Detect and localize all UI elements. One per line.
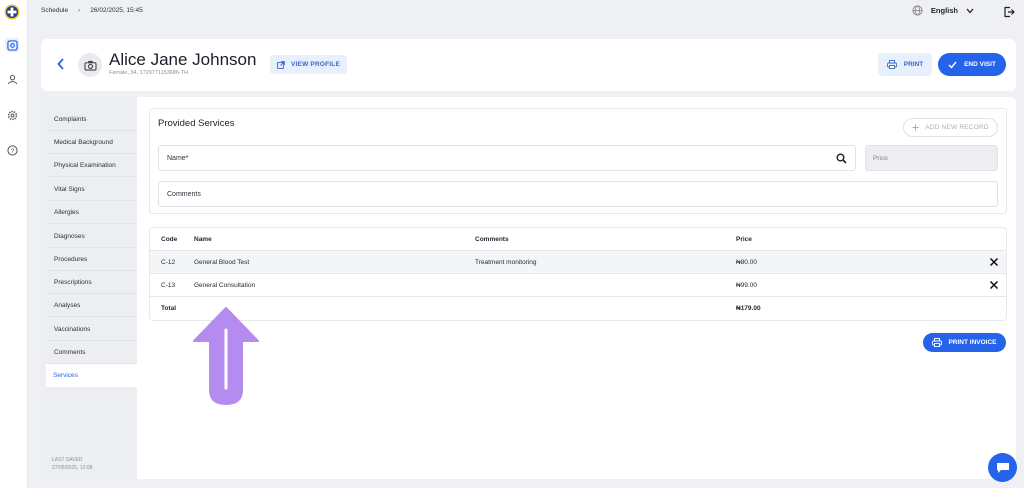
user-icon[interactable] [5, 72, 19, 86]
add-new-record-label: ADD NEW RECORD [925, 124, 989, 131]
cell-code: C-12 [161, 259, 176, 266]
table-row: C-12 General Blood Test Treatment monito… [150, 251, 1006, 274]
view-profile-label: VIEW PROFILE [291, 61, 340, 68]
print-invoice-label: PRINT INVOICE [948, 339, 997, 346]
nav-item-vital-signs[interactable]: Vital Signs [47, 178, 137, 201]
svg-text:?: ? [10, 147, 14, 154]
nav-item-complaints[interactable]: Complaints [47, 108, 137, 131]
service-name-field[interactable]: Name* [158, 145, 856, 171]
breadcrumb-schedule[interactable]: Schedule [41, 7, 68, 14]
end-visit-button[interactable]: END VISIT [938, 53, 1006, 76]
plus-icon [912, 124, 919, 131]
header-name: Name [194, 236, 212, 243]
patient-name: Alice Jane Johnson [109, 50, 257, 69]
breadcrumb: Schedule › 26/02/2025, 15:45 [41, 7, 143, 14]
cell-price: ₦99.00 [736, 282, 757, 289]
total-label: Total [161, 305, 177, 312]
printer-icon [886, 60, 897, 69]
patient-header: Alice Jane Johnson Female, 34, 172977115… [41, 39, 1016, 91]
nav-item-analyses[interactable]: Analyses [47, 294, 137, 317]
services-panel: Provided Services ADD NEW RECORD Name* P… [137, 97, 1016, 479]
last-saved-label: LAST SAVED [52, 457, 83, 463]
breadcrumb-separator: › [78, 7, 81, 14]
app-logo-icon[interactable] [4, 4, 20, 20]
comments-placeholder: Comments [167, 190, 201, 198]
breadcrumb-current: 26/02/2025, 15:45 [90, 7, 143, 14]
cell-name: General Blood Test [194, 259, 250, 266]
chat-support-button[interactable] [988, 453, 1017, 482]
check-icon [948, 61, 957, 69]
nav-item-prescriptions[interactable]: Prescriptions [47, 271, 137, 294]
schedule-icon[interactable] [5, 38, 19, 52]
nav-item-medical-background[interactable]: Medical Background [47, 131, 137, 154]
cell-comments: Treatment monitoring [475, 259, 537, 266]
cell-price: ₦80.00 [736, 259, 757, 266]
chat-bubble-icon [996, 462, 1009, 473]
table-header-row: Code Name Comments Price [150, 228, 1006, 251]
nav-item-procedures[interactable]: Procedures [47, 248, 137, 271]
print-label: PRINT [903, 61, 924, 68]
nav-item-diagnoses[interactable]: Diagnoses [47, 225, 137, 248]
table-total-row: Total ₦179.00 [150, 297, 1006, 320]
price-field: Price [865, 145, 998, 171]
total-value: ₦179.00 [736, 305, 761, 312]
cell-name: General Consultation [194, 282, 256, 289]
service-name-placeholder: Name* [167, 154, 189, 162]
services-table: Code Name Comments Price C-12 General Bl… [149, 227, 1007, 321]
printer-icon [932, 338, 943, 347]
end-visit-label: END VISIT [964, 61, 996, 68]
patient-meta: Female, 34, 1729771153686-TH [109, 70, 189, 76]
language-label: English [930, 6, 958, 15]
header-price: Price [736, 236, 752, 243]
section-title: Provided Services [158, 118, 235, 129]
search-icon[interactable] [836, 153, 847, 164]
help-icon[interactable]: ? [5, 143, 19, 157]
nav-item-services[interactable]: Services [46, 364, 137, 387]
nav-item-physical-examination[interactable]: Physical Examination [47, 154, 137, 177]
camera-avatar-icon[interactable] [78, 53, 102, 77]
add-new-record-button[interactable]: ADD NEW RECORD [903, 118, 998, 137]
up-arrow-annotation-icon [193, 307, 259, 405]
language-selector[interactable]: English [912, 5, 974, 16]
provided-services-form: Provided Services ADD NEW RECORD Name* P… [149, 108, 1007, 214]
nav-item-vaccinations[interactable]: Vaccinations [47, 318, 137, 341]
app-rail: ? [0, 0, 28, 488]
table-row: C-13 General Consultation ₦99.00 [150, 274, 1006, 297]
nav-item-comments[interactable]: Comments [47, 341, 137, 364]
cell-code: C-13 [161, 282, 176, 289]
visit-sections-nav: Complaints Medical Background Physical E… [41, 97, 137, 479]
view-profile-button[interactable]: VIEW PROFILE [270, 55, 347, 74]
logout-icon[interactable] [1003, 5, 1015, 23]
print-button[interactable]: PRINT [878, 53, 932, 76]
delete-row-icon[interactable] [989, 257, 999, 267]
comments-field[interactable]: Comments [158, 181, 998, 207]
back-arrow-icon[interactable] [56, 57, 66, 76]
header-code: Code [161, 236, 178, 243]
settings-icon[interactable] [5, 108, 19, 122]
header-comments: Comments [475, 236, 509, 243]
chevron-down-icon [966, 8, 974, 13]
delete-row-icon[interactable] [989, 280, 999, 290]
globe-icon [912, 5, 923, 16]
nav-item-allergies[interactable]: Allergies [47, 201, 137, 224]
print-invoice-button[interactable]: PRINT INVOICE [923, 333, 1006, 352]
last-saved-value: 27/05/2025, 12:08 [52, 465, 93, 471]
last-saved: LAST SAVED 27/05/2025, 12:08 [52, 456, 92, 472]
external-link-icon [277, 60, 285, 69]
price-placeholder: Price [873, 154, 888, 162]
top-bar: Schedule › 26/02/2025, 15:45 English [28, 0, 1024, 24]
